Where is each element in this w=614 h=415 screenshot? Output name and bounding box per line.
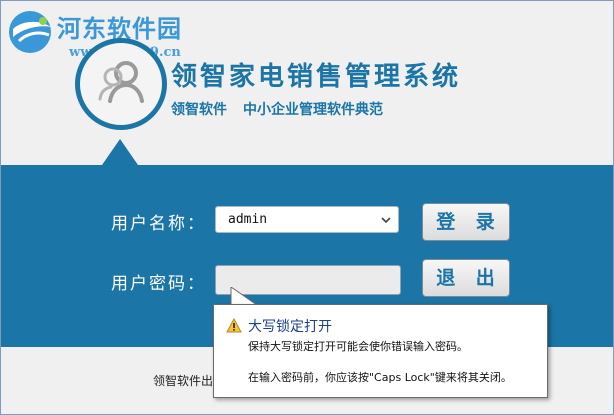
username-combobox[interactable]: admin [215,206,399,233]
app-logo [75,38,167,130]
password-label: 用户密码： [111,274,206,294]
tooltip-line-2: 在输入密码前，你应该按"Caps Lock"键来将其关闭。 [248,371,512,384]
tooltip-line-1: 保持大写锁定打开可能会使你错误输入密码。 [248,340,468,353]
username-value: admin [228,212,268,227]
footer-text: 领智软件出 [153,374,214,388]
users-icon [98,61,144,103]
login-window: 河东软件园 www.pc0359.cn 领智家电销售管理系统 领智软件中小企业管… [0,0,614,415]
dropdown-arrow-icon[interactable] [378,212,394,228]
subtitle-slogan: 中小企业管理软件典范 [243,102,383,118]
header-pointer [102,139,138,165]
app-subtitle: 领智软件 中小企业管理软件典范 [171,99,383,119]
exit-button[interactable]: 退 出 [422,259,510,297]
header-panel: 河东软件园 www.pc0359.cn 领智家电销售管理系统 领智软件中小企业管… [1,1,613,165]
username-label: 用户名称： [111,214,206,234]
tooltip-title: 大写锁定打开 [248,319,332,335]
login-button[interactable]: 登 录 [422,203,510,241]
caps-lock-tooltip: 大写锁定打开 保持大写锁定打开可能会使你错误输入密码。 在输入密码前，你应该按"… [213,304,548,398]
warning-icon [226,318,242,333]
app-title: 领智家电销售管理系统 [171,62,462,92]
tooltip-tail [230,287,258,305]
subtitle-brand: 领智软件 [171,102,227,118]
watermark-logo-icon [9,11,51,53]
